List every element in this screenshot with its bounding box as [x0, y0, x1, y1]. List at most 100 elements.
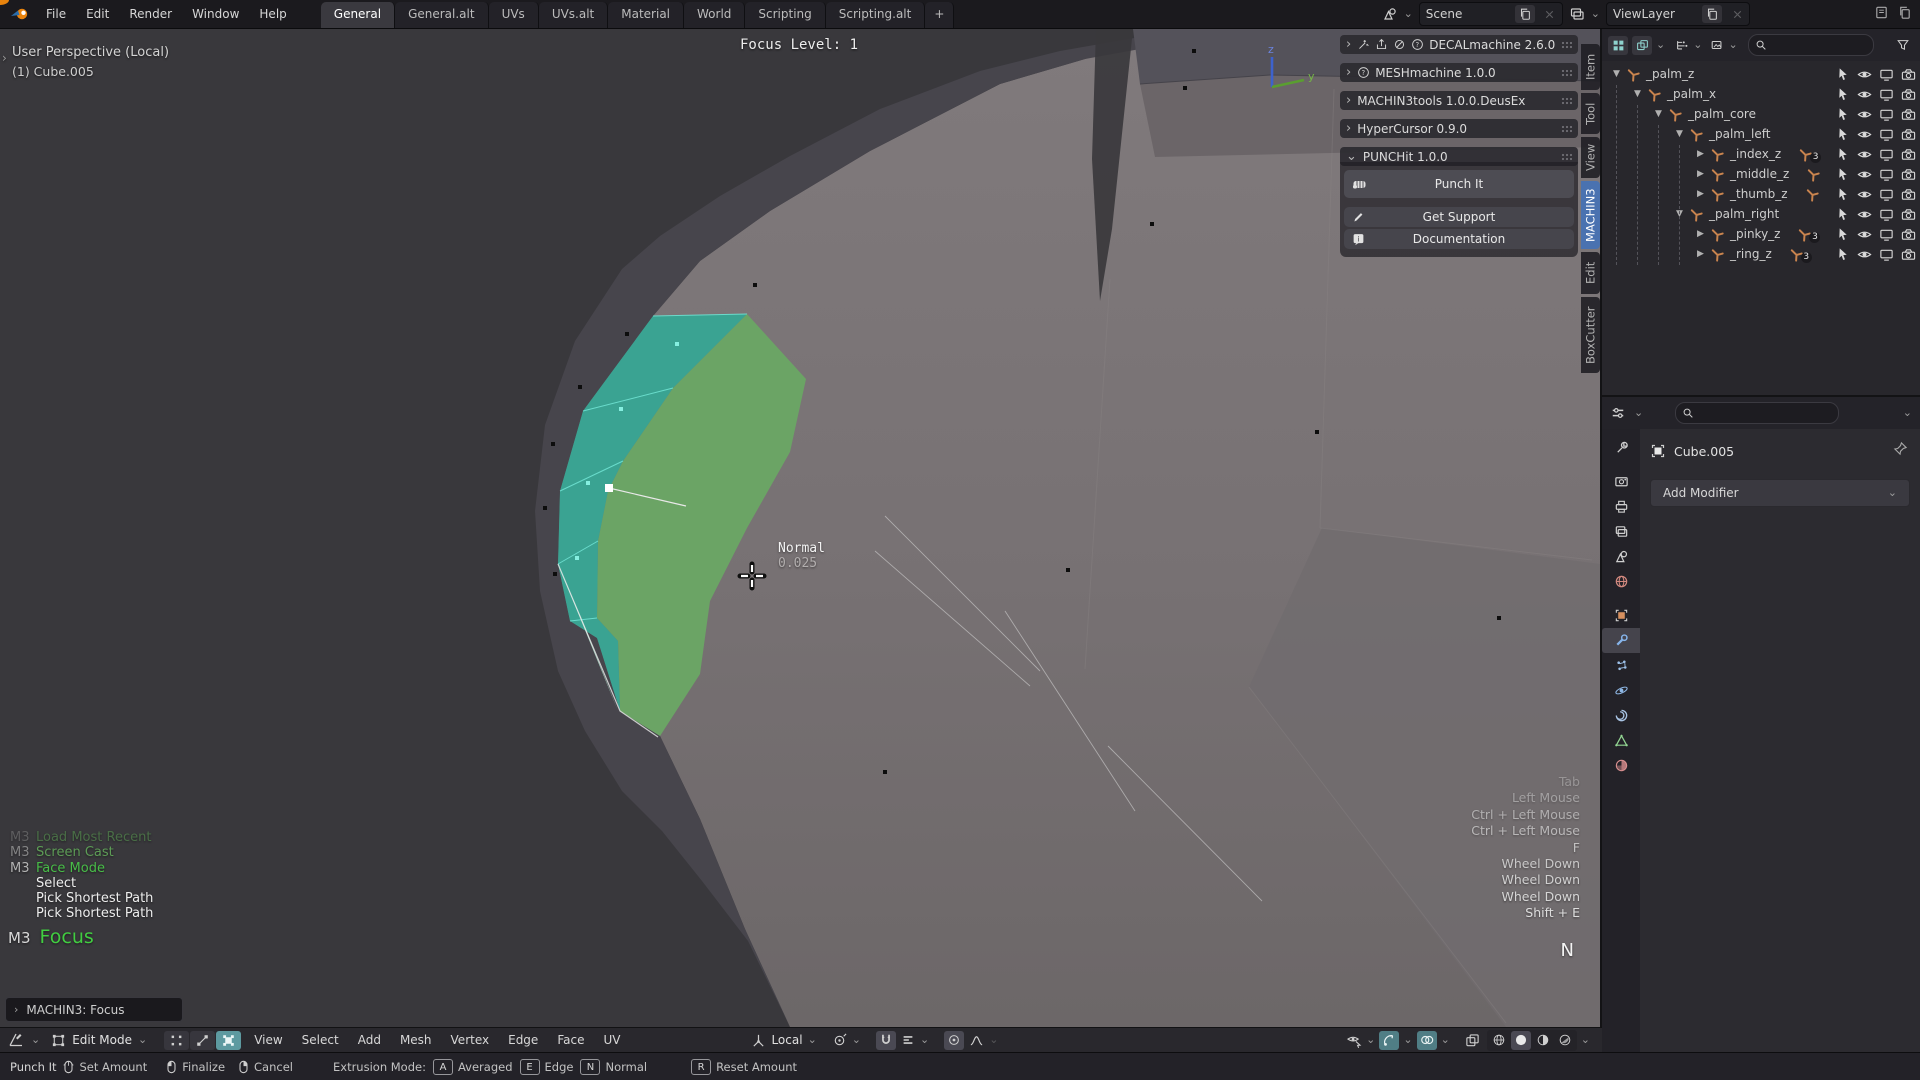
outliner-row-palm-left[interactable]: ▼ _palm_left [1602, 124, 1920, 144]
workspace-tab-scripting[interactable]: Scripting [745, 2, 825, 28]
workspace-tab-uvs[interactable]: UVs [489, 2, 539, 28]
outliner-search[interactable] [1748, 34, 1874, 56]
hide-eye-icon[interactable] [1857, 127, 1872, 142]
axis-gizmo[interactable]: z y [1252, 43, 1322, 95]
properties-editor-icon[interactable] [1610, 406, 1626, 420]
vertex-select-button[interactable] [164, 1031, 189, 1050]
hide-eye-icon[interactable] [1857, 87, 1872, 102]
operator-redo-panel[interactable]: › MACHIN3: Focus [5, 997, 183, 1022]
viewport-visibility-icon[interactable] [1879, 227, 1894, 242]
outliner-row-palm-x[interactable]: ▼ _palm_x [1602, 84, 1920, 104]
overlays-chevron-icon[interactable]: ⌄ [1441, 1035, 1450, 1045]
viewport-visibility-icon[interactable] [1879, 187, 1894, 202]
overlays-toggle[interactable] [1417, 1031, 1437, 1050]
view-layer-remove-button[interactable] [1727, 5, 1747, 23]
menu-render[interactable]: Render [119, 0, 182, 28]
viewport-visibility-icon[interactable] [1879, 87, 1894, 102]
props-tab-tool[interactable] [1602, 435, 1640, 460]
selectable-icon[interactable] [1835, 67, 1850, 82]
scene-unlink-button[interactable] [1540, 5, 1560, 23]
editor-type-icon[interactable] [8, 1032, 24, 1048]
blender-logo-icon[interactable] [10, 6, 30, 22]
pivot-point-icon[interactable] [832, 1033, 847, 1048]
workspace-tab-general-alt[interactable]: General.alt [395, 2, 489, 28]
disclosure-triangle-icon[interactable]: ▼ [1631, 89, 1644, 99]
viewport-visibility-icon[interactable] [1879, 147, 1894, 162]
render-visibility-icon[interactable] [1901, 127, 1916, 142]
drag-handle-icon[interactable] [1561, 125, 1572, 133]
image-stack-chevron-icon[interactable]: ⌄ [1728, 40, 1737, 50]
disclosure-triangle-icon[interactable]: ▶ [1694, 149, 1707, 159]
hide-eye-icon[interactable] [1857, 167, 1872, 182]
window-stack-icon[interactable] [1897, 5, 1912, 20]
workspace-tab-scripting-alt[interactable]: Scripting.alt [826, 2, 926, 28]
pin-icon[interactable] [1893, 441, 1908, 456]
props-tab-modifiers[interactable] [1602, 628, 1640, 653]
snap-chevron-icon[interactable]: ⌄ [920, 1035, 929, 1045]
select-menu[interactable]: Select [296, 1033, 345, 1047]
selectable-icon[interactable] [1835, 87, 1850, 102]
selectable-icon[interactable] [1835, 147, 1850, 162]
workspace-tab-general[interactable]: General [321, 2, 395, 28]
props-tab-output[interactable] [1602, 494, 1640, 519]
falloff-curve-icon[interactable] [969, 1033, 984, 1048]
vertex-menu[interactable]: Vertex [445, 1033, 496, 1047]
hide-eye-icon[interactable] [1857, 67, 1872, 82]
props-tab-view-layer[interactable] [1602, 519, 1640, 544]
hide-eye-icon[interactable] [1857, 247, 1872, 262]
image-stack-icon[interactable] [1710, 38, 1724, 52]
outliner-row-ring-z[interactable]: ▶ _ring_z 3 [1602, 244, 1920, 264]
outliner-row-index-z[interactable]: ▶ _index_z 3 [1602, 144, 1920, 164]
viewport-visibility-icon[interactable] [1879, 247, 1894, 262]
scene-name-field[interactable]: Scene [1419, 2, 1563, 26]
view-menu[interactable]: View [248, 1033, 288, 1047]
view-layer-browse-chevron-icon[interactable]: ⌄ [1591, 9, 1600, 19]
proportional-edit-toggle[interactable] [944, 1031, 964, 1050]
display-filter-icon[interactable] [1675, 38, 1689, 52]
n-panel-tab-machin3[interactable]: MACHIN3 [1581, 181, 1600, 249]
selectable-icon[interactable] [1835, 107, 1850, 122]
get-support-button[interactable]: Get Support [1344, 207, 1574, 227]
filter-funnel-icon[interactable] [1896, 38, 1910, 52]
render-visibility-icon[interactable] [1901, 247, 1916, 262]
outliner-search-input[interactable] [1771, 38, 1855, 52]
workspace-tab-material[interactable]: Material [608, 2, 684, 28]
panel-meshmachine[interactable]: › ? MESHmachine 1.0.0 [1340, 63, 1578, 82]
props-tab-render[interactable] [1602, 469, 1640, 494]
view-layer-copy-button[interactable] [1702, 5, 1722, 23]
props-tab-particles[interactable] [1602, 653, 1640, 678]
props-tab-physics[interactable] [1602, 678, 1640, 703]
viewport-visibility-icon[interactable] [1879, 207, 1894, 222]
face-menu[interactable]: Face [551, 1033, 590, 1047]
n-panel-tab-tool[interactable]: Tool [1581, 93, 1600, 134]
selectable-icon[interactable] [1835, 207, 1850, 222]
selectable-icon[interactable] [1835, 127, 1850, 142]
snap-target-icon[interactable] [901, 1033, 915, 1047]
material-preview-button[interactable] [1533, 1031, 1553, 1050]
outliner-row-palm-z[interactable]: ▼ _palm_z [1602, 64, 1920, 84]
n-panel-tab-item[interactable]: Item [1581, 44, 1600, 90]
hide-eye-icon[interactable] [1857, 227, 1872, 242]
mesh-menu[interactable]: Mesh [394, 1033, 438, 1047]
disclosure-triangle-icon[interactable]: ▶ [1694, 169, 1707, 179]
props-tab-world[interactable] [1602, 569, 1640, 594]
view-layer-field[interactable]: ViewLayer [1606, 2, 1750, 26]
viewport-visibility-icon[interactable] [1879, 167, 1894, 182]
window-page-icon[interactable] [1874, 5, 1889, 20]
xray-toggle[interactable] [1462, 1031, 1483, 1050]
shading-chevron-icon[interactable]: ⌄ [1581, 1035, 1590, 1045]
disclosure-triangle-icon[interactable]: ▼ [1652, 109, 1665, 119]
drag-handle-icon[interactable] [1561, 153, 1572, 161]
outliner-row-palm-core[interactable]: ▼ _palm_core [1602, 104, 1920, 124]
edge-select-button[interactable] [190, 1031, 215, 1050]
documentation-button[interactable]: i Documentation [1344, 229, 1574, 249]
editor-chevron-icon[interactable]: ⌄ [1634, 408, 1643, 418]
properties-options-chevron-icon[interactable]: ⌄ [1903, 408, 1912, 418]
selectable-icon[interactable] [1835, 247, 1850, 262]
render-visibility-icon[interactable] [1901, 67, 1916, 82]
punch-it-button[interactable]: Punch It [1344, 170, 1574, 198]
hide-eye-icon[interactable] [1857, 147, 1872, 162]
hide-eye-icon[interactable] [1857, 187, 1872, 202]
outliner-display-mode-button[interactable] [1632, 36, 1652, 55]
add-workspace-button[interactable]: + [925, 2, 954, 28]
